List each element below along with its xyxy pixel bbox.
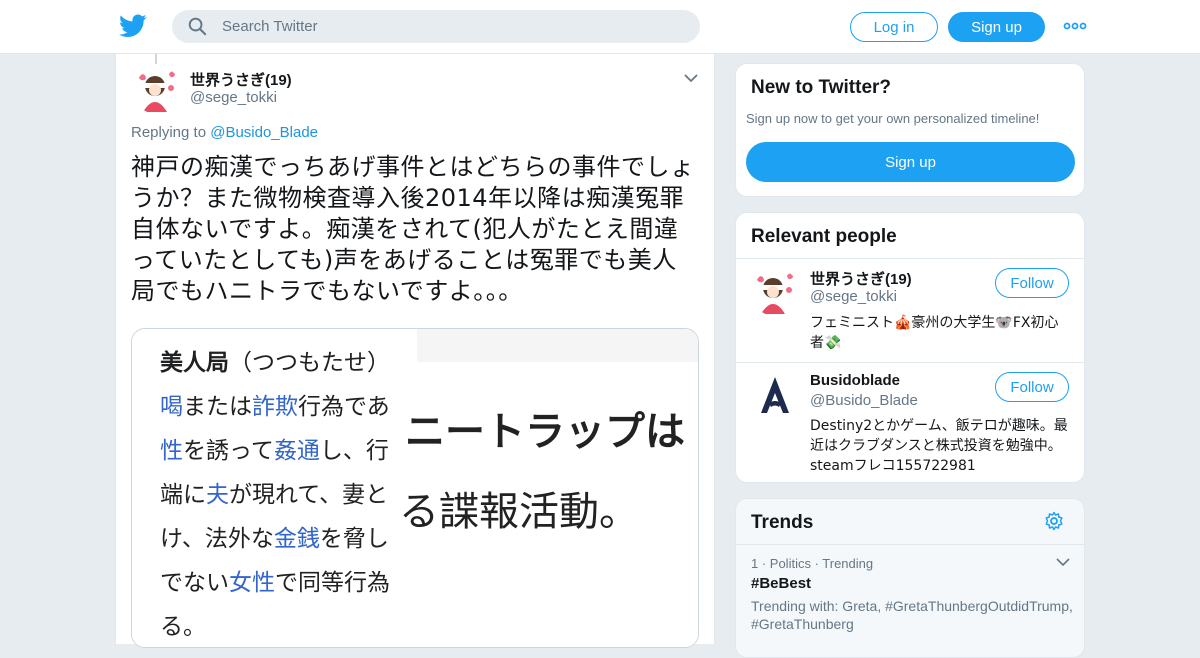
follow-button[interactable]: Follow xyxy=(995,268,1069,298)
media-left-text-segment: る。 xyxy=(160,614,206,640)
person-handle[interactable]: @sege_tokki xyxy=(810,288,897,305)
media-left-text-line: 端に夫が現れて、妻と xyxy=(160,475,417,509)
follow-button[interactable]: Follow xyxy=(995,372,1069,402)
media-left-text-segment: け、法外な xyxy=(160,526,274,552)
assassin-crest-avatar-icon xyxy=(751,373,799,421)
media-right-line-2: る諜報活動。 xyxy=(399,489,639,535)
log-in-button[interactable]: Log in xyxy=(850,12,938,42)
media-left-title-main: 美人局 xyxy=(160,350,229,376)
person-bio: フェミニスト🎪豪州の大学生🐨FX初心者💸 xyxy=(810,315,1059,351)
media-left-text-segment: または xyxy=(183,394,252,420)
new-card-subtitle: Sign up now to get your own personalized… xyxy=(746,111,1040,126)
divider xyxy=(736,362,1084,363)
thread-connector-line xyxy=(155,54,157,64)
new-to-twitter-card: New to Twitter? Sign up now to get your … xyxy=(735,63,1085,197)
tweet-media-image[interactable]: 美人局（つつもたせ） 喝または詐欺行為であ 性を誘って姦通し、行 端に夫が現れて、妻… xyxy=(131,328,699,648)
search-box[interactable] xyxy=(172,10,700,43)
person-name[interactable]: Busidoblade xyxy=(810,372,900,389)
chevron-down-icon[interactable] xyxy=(683,72,699,84)
search-input[interactable] xyxy=(222,10,662,43)
media-left-text-segment: し、行 xyxy=(319,438,389,464)
divider xyxy=(736,258,1084,259)
person-name[interactable]: 世界うさぎ(19) xyxy=(810,268,912,289)
person-handle[interactable]: @Busido_Blade xyxy=(810,392,918,409)
media-left-link-word: 喝 xyxy=(160,394,183,420)
trends-card: Trends 1 · Politics · Trending #BeBest T… xyxy=(735,498,1085,658)
tweet-author-handle[interactable]: @sege_tokki xyxy=(190,89,277,106)
media-left-dictionary-screenshot: 美人局（つつもたせ） 喝または詐欺行為であ 性を誘って姦通し、行 端に夫が現れて、妻… xyxy=(132,329,417,647)
sidebar-sign-up-button[interactable]: Sign up xyxy=(746,142,1075,182)
media-left-link-word: 女性 xyxy=(229,570,275,596)
media-left-link-word: 性 xyxy=(160,438,183,464)
top-navigation-bar: Log in Sign up xyxy=(0,0,1200,54)
media-left-text-segment: でない xyxy=(160,570,229,596)
media-left-text-segment: を誘って xyxy=(183,438,274,464)
media-left-title: 美人局（つつもたせ） xyxy=(160,343,390,377)
media-left-text-line: 喝または詐欺行為であ xyxy=(160,387,417,421)
person-bio: Destiny2とかゲーム、飯テロが趣味。最近はクラブダンスと株式投資を勉強中。… xyxy=(810,418,1068,474)
replying-to-link[interactable]: @Busido_Blade xyxy=(210,124,318,141)
media-left-text-line: け、法外な金銭を脅し xyxy=(160,519,417,553)
media-right-screenshot: ニートラップは る諜報活動。 xyxy=(399,329,698,647)
avatar[interactable] xyxy=(751,373,799,421)
tweet-author-name[interactable]: 世界うさぎ(19) xyxy=(190,69,292,90)
twitter-bird-logo-icon[interactable] xyxy=(119,13,147,39)
relevant-people-title: Relevant people xyxy=(751,226,897,247)
rabbit-character-avatar-icon xyxy=(133,66,181,114)
sign-up-button[interactable]: Sign up xyxy=(948,12,1045,42)
media-left-link-word: 姦通 xyxy=(273,438,320,464)
media-left-link-word: 詐欺 xyxy=(252,394,298,420)
media-left-text-segment: が現れて、妻と xyxy=(229,482,389,508)
trend-related: Trending with: Greta, #GretaThunbergOutd… xyxy=(751,598,1073,632)
avatar[interactable] xyxy=(751,268,799,316)
relevant-people-card: Relevant people 世界うさぎ(19) @sege_tokki Fo… xyxy=(735,212,1085,483)
gear-icon[interactable] xyxy=(1044,511,1064,531)
trend-meta: 1 · Politics · Trending xyxy=(751,556,874,571)
tweet-text: 神戸の痴漢でっちあげ事件とはどちらの事件でしょうか？また微物検査導入後2014年… xyxy=(131,153,695,305)
media-left-link-word: 金銭 xyxy=(273,526,320,552)
trend-title[interactable]: #BeBest xyxy=(751,575,811,592)
trends-title: Trends xyxy=(751,512,814,533)
media-left-text-segment: 行為であ xyxy=(298,394,390,420)
media-left-text-segment: 端に xyxy=(160,482,206,508)
media-left-title-reading: （つつもたせ） xyxy=(229,350,390,376)
media-left-text-segment: を脅し xyxy=(319,526,389,552)
media-right-top-band xyxy=(417,329,698,362)
media-left-text-line: でない女性で同等行為 xyxy=(160,563,417,597)
media-left-text-line: る。 xyxy=(160,607,417,641)
rabbit-character-avatar-icon xyxy=(751,268,799,316)
new-card-title: New to Twitter? xyxy=(751,77,892,98)
avatar[interactable] xyxy=(133,66,181,114)
more-options-icon[interactable] xyxy=(1063,18,1087,34)
divider xyxy=(736,544,1084,545)
search-icon xyxy=(188,17,207,36)
media-left-link-word: 夫 xyxy=(206,482,229,508)
replying-to-line: Replying to @Busido_Blade xyxy=(131,124,318,141)
chevron-down-icon[interactable] xyxy=(1056,557,1070,567)
media-left-text-line: 性を誘って姦通し、行 xyxy=(160,431,417,465)
replying-to-prefix: Replying to xyxy=(131,124,207,141)
media-left-text-segment: で同等行為 xyxy=(275,570,390,596)
media-right-line-1: ニートラップは xyxy=(405,409,685,455)
